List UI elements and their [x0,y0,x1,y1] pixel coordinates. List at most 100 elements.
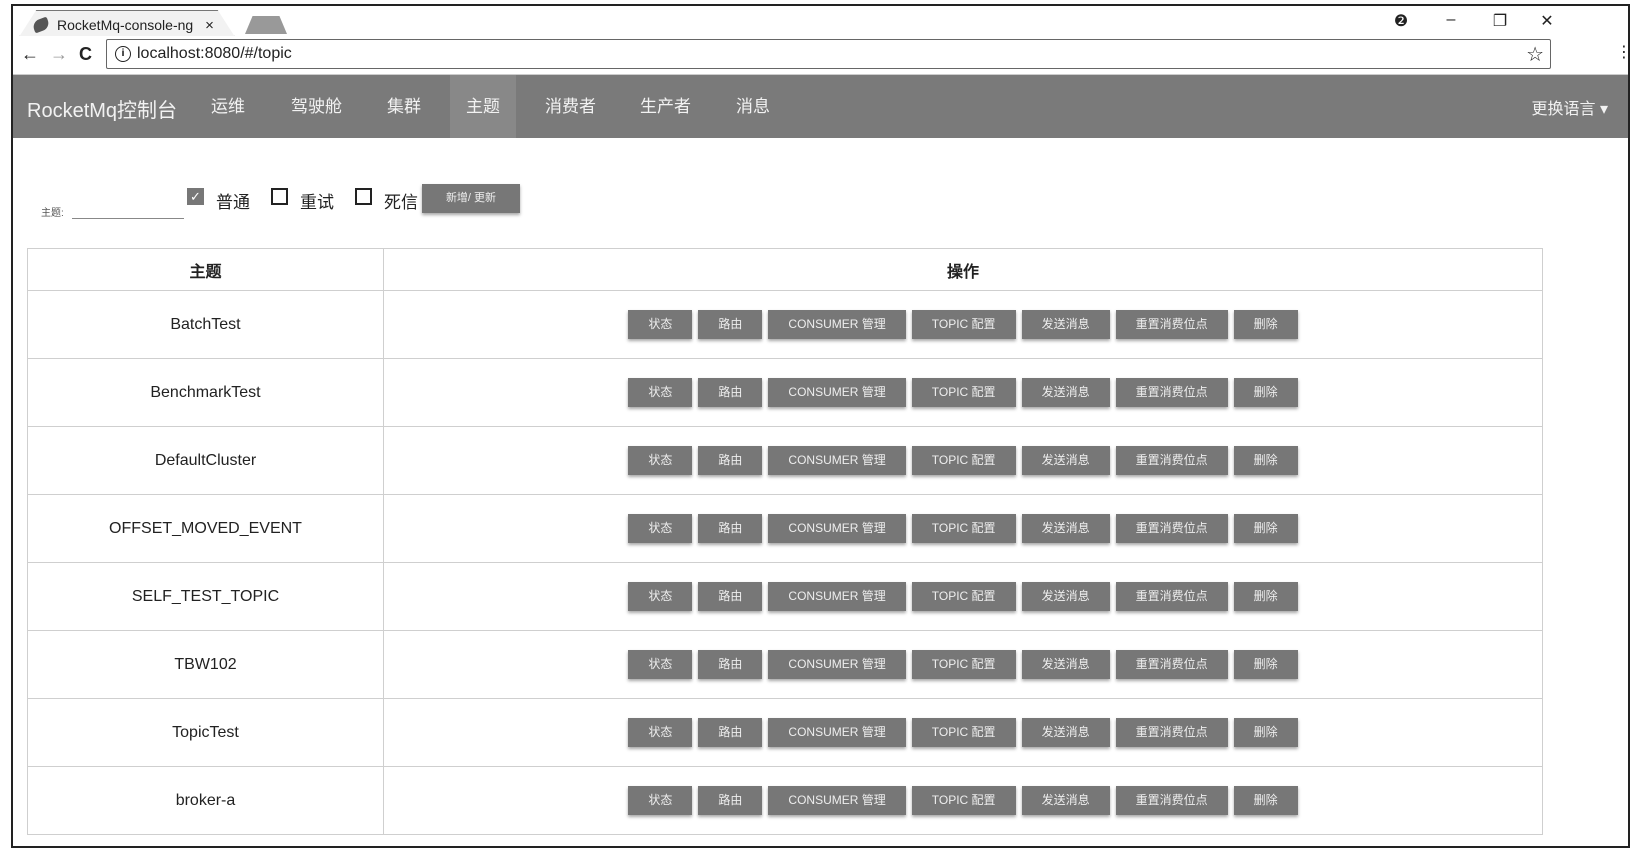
normal-checkbox[interactable]: ✓ [187,188,204,205]
delete-button[interactable]: 删除 [1233,786,1298,815]
status-button[interactable]: 状态 [628,718,693,747]
back-arrow-icon[interactable]: ← [21,44,39,65]
consumer-manage-button[interactable]: CONSUMER 管理 [768,310,906,339]
language-dropdown[interactable]: 更换语言 ▾ [1532,95,1608,119]
status-button[interactable]: 状态 [628,378,693,407]
send-message-button[interactable]: 发送消息 [1021,446,1110,475]
table-row: TBW102 状态 路由 CONSUMER 管理 TOPIC 配置 发送消息 重置消费位点删… [27,630,1543,699]
status-button[interactable]: 状态 [628,582,693,611]
delete-button[interactable]: 删除 [1233,310,1298,339]
add-update-button[interactable]: 新增/ 更新 [422,184,520,213]
nav-item-producer[interactable]: 生产者 [624,75,707,138]
address-bar[interactable]: i localhost:8080/#/topic ☆ [106,39,1551,69]
topic-config-button[interactable]: TOPIC 配置 [911,650,1016,679]
send-message-button[interactable]: 发送消息 [1021,786,1110,815]
consumer-manage-button[interactable]: CONSUMER 管理 [768,378,906,407]
browser-tab-content[interactable]: RocketMq-console-ng × [31,14,243,36]
topic-name-cell: BatchTest [27,290,384,359]
restore-icon[interactable]: ❐ [1488,11,1512,31]
status-button[interactable]: 状态 [628,650,693,679]
forward-arrow-icon[interactable]: → [50,44,68,65]
route-button[interactable]: 路由 [698,378,763,407]
topic-name-cell: TBW102 [27,630,384,699]
topic-name-cell: TopicTest [27,698,384,767]
consumer-manage-button[interactable]: CONSUMER 管理 [768,650,906,679]
send-message-button[interactable]: 发送消息 [1021,310,1110,339]
route-button[interactable]: 路由 [698,718,763,747]
info-icon[interactable]: i [115,46,131,62]
status-button[interactable]: 状态 [628,514,693,543]
nav-item-consumer[interactable]: 消费者 [529,75,612,138]
route-button[interactable]: 路由 [698,310,763,339]
topic-config-button[interactable]: TOPIC 配置 [911,718,1016,747]
delete-button[interactable]: 删除 [1233,378,1298,407]
route-button[interactable]: 路由 [698,786,763,815]
nav-item-dashboard[interactable]: 驾驶舱 [275,75,358,138]
topic-config-button[interactable]: TOPIC 配置 [911,446,1016,475]
status-button[interactable]: 状态 [628,446,693,475]
route-button[interactable]: 路由 [698,582,763,611]
topic-name-cell: BenchmarkTest [27,358,384,427]
topic-config-button[interactable]: TOPIC 配置 [911,310,1016,339]
reload-icon[interactable]: C [79,44,92,65]
dead-letter-checkbox[interactable] [355,188,372,205]
send-message-button[interactable]: 发送消息 [1021,582,1110,611]
nav-item-topic[interactable]: 主题 [450,75,516,138]
reset-offset-button[interactable]: 重置消费位点 [1115,786,1228,815]
delete-button[interactable]: 删除 [1233,514,1298,543]
consumer-manage-button[interactable]: CONSUMER 管理 [768,786,906,815]
route-button[interactable]: 路由 [698,446,763,475]
retry-checkbox-label[interactable]: 重试 [300,188,334,213]
topic-filter-label: 主题: [41,208,64,219]
browser-menu-icon[interactable]: ⋮ [1616,42,1628,62]
reset-offset-button[interactable]: 重置消费位点 [1115,310,1228,339]
status-button[interactable]: 状态 [628,310,693,339]
retry-checkbox[interactable] [271,188,288,205]
send-message-button[interactable]: 发送消息 [1021,378,1110,407]
reset-offset-button[interactable]: 重置消费位点 [1115,582,1228,611]
topic-search-input[interactable] [72,190,184,219]
delete-button[interactable]: 删除 [1233,650,1298,679]
send-message-button[interactable]: 发送消息 [1021,718,1110,747]
tab-strip: RocketMq-console-ng × ❷ – ❐ ✕ [13,6,1628,36]
brand-title[interactable]: RocketMq控制台 [27,94,177,123]
reset-offset-button[interactable]: 重置消费位点 [1115,718,1228,747]
delete-button[interactable]: 删除 [1233,446,1298,475]
topic-config-button[interactable]: TOPIC 配置 [911,378,1016,407]
delete-button[interactable]: 删除 [1233,718,1298,747]
delete-button[interactable]: 删除 [1233,582,1298,611]
route-button[interactable]: 路由 [698,650,763,679]
topic-config-button[interactable]: TOPIC 配置 [911,786,1016,815]
close-window-icon[interactable]: ✕ [1535,11,1559,31]
reset-offset-button[interactable]: 重置消费位点 [1115,378,1228,407]
normal-checkbox-label[interactable]: 普通 [216,188,250,213]
new-tab-button[interactable] [245,16,287,34]
consumer-manage-button[interactable]: CONSUMER 管理 [768,514,906,543]
send-message-button[interactable]: 发送消息 [1021,514,1110,543]
topic-name-cell: SELF_TEST_TOPIC [27,562,384,631]
tab-close-icon[interactable]: × [205,17,214,34]
status-button[interactable]: 状态 [628,786,693,815]
leaf-favicon-icon [31,16,51,34]
consumer-manage-button[interactable]: CONSUMER 管理 [768,718,906,747]
bookmark-star-icon[interactable]: ☆ [1526,42,1544,67]
reset-offset-button[interactable]: 重置消费位点 [1115,446,1228,475]
operation-cell: 状态 路由 CONSUMER 管理 TOPIC 配置 发送消息 重置消费位点 删除 [383,358,1543,427]
table-row: TopicTest 状态 路由 CONSUMER 管理 TOPIC 配置 发送消息 重置消费… [27,698,1543,767]
consumer-manage-button[interactable]: CONSUMER 管理 [768,446,906,475]
topic-table-body: BatchTest 状态 路由 CONSUMER 管理 TOPIC 配置 发送消息 重置消费… [27,290,1543,835]
nav-item-ops[interactable]: 运维 [195,75,261,138]
send-message-button[interactable]: 发送消息 [1021,650,1110,679]
consumer-manage-button[interactable]: CONSUMER 管理 [768,582,906,611]
nav-item-message[interactable]: 消息 [720,75,786,138]
topic-config-button[interactable]: TOPIC 配置 [911,514,1016,543]
route-button[interactable]: 路由 [698,514,763,543]
reset-offset-button[interactable]: 重置消费位点 [1115,650,1228,679]
account-icon[interactable]: ❷ [1389,11,1413,31]
reset-offset-button[interactable]: 重置消费位点 [1115,514,1228,543]
dead-letter-checkbox-label[interactable]: 死信 [384,188,418,213]
action-button-group: 状态 路由 CONSUMER 管理 TOPIC 配置 发送消息 重置消费位点 删除 [628,310,1298,339]
topic-config-button[interactable]: TOPIC 配置 [911,582,1016,611]
nav-item-cluster[interactable]: 集群 [371,75,437,138]
minimize-icon[interactable]: – [1439,11,1463,29]
